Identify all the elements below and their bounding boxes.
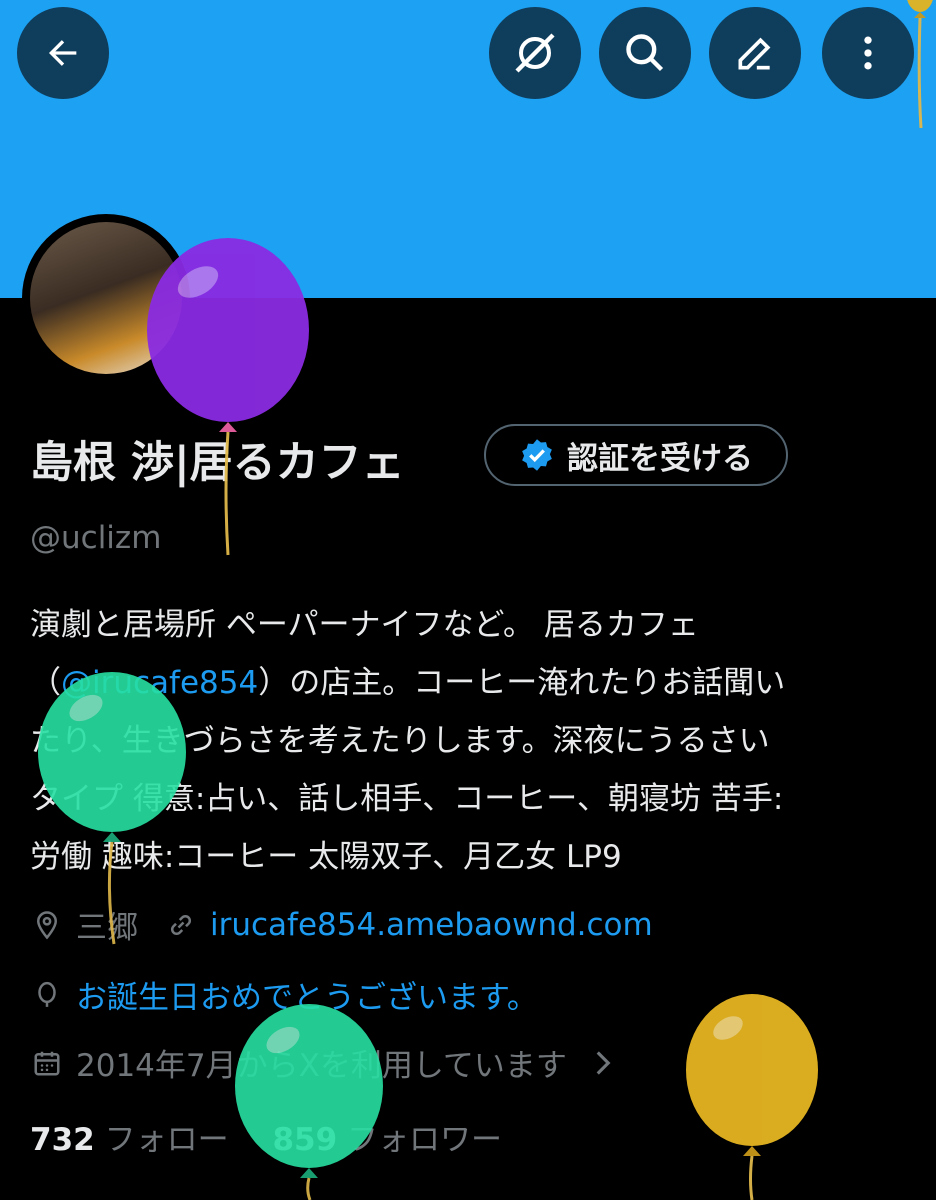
birthday-balloons-decoration: [38, 0, 933, 1200]
balloon-yellow: [686, 994, 818, 1200]
balloon-yellow: [907, 0, 933, 129]
balloon-green: [235, 1004, 383, 1200]
balloon-green: [38, 672, 186, 945]
balloon-purple: [147, 238, 309, 556]
